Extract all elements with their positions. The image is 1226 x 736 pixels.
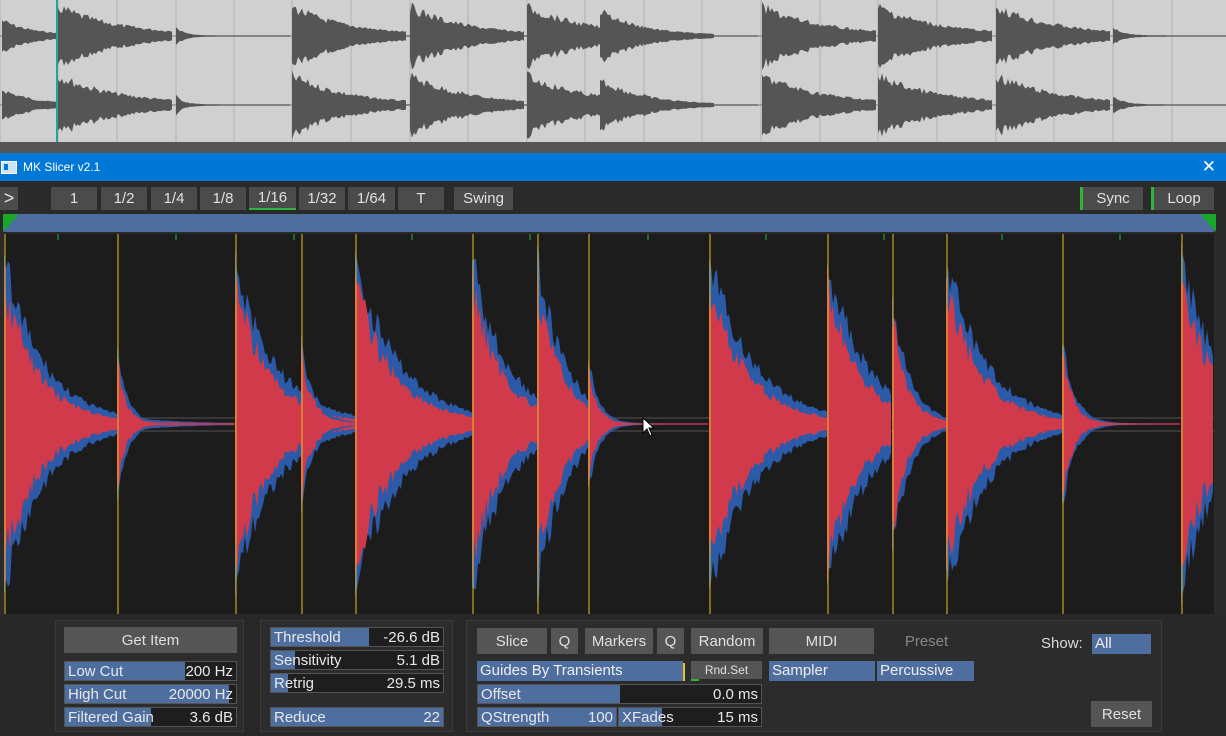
low-cut-value: 200 Hz	[185, 663, 233, 680]
low-cut-label: Low Cut	[68, 663, 124, 680]
daw-transient	[644, 26, 758, 46]
guides-indicator	[683, 663, 685, 681]
random-button[interactable]: Random	[691, 628, 763, 654]
daw-waveform	[0, 0, 1226, 153]
filtered-gain-value: 3.6 dB	[189, 709, 233, 726]
xfades-value: 15 ms	[717, 709, 758, 726]
grid-1-8-button[interactable]: 1/8	[200, 187, 246, 210]
reduce-label: Reduce	[274, 709, 326, 726]
qstrength-slider[interactable]: QStrength 100	[477, 707, 617, 727]
transient-panel: Threshold -26.6 dB Sensitivity 5.1 dB Re…	[260, 620, 453, 732]
reset-button[interactable]: Reset	[1091, 701, 1152, 727]
daw-transient	[176, 27, 290, 45]
daw-transient	[996, 74, 1110, 136]
sampler-dropdown[interactable]: Sampler	[769, 661, 875, 681]
preset-label: Preset	[879, 628, 974, 654]
threshold-slider[interactable]: Threshold -26.6 dB	[270, 627, 444, 647]
retrig-slider[interactable]: Retrig 29.5 ms	[270, 673, 444, 693]
sensitivity-value: 5.1 dB	[396, 652, 440, 669]
window-icon	[1, 160, 17, 174]
daw-transient	[996, 7, 1110, 65]
window-title: MK Slicer v2.1	[23, 160, 101, 174]
loop-button[interactable]: Loop	[1151, 187, 1214, 210]
waveform-envelope-red	[117, 360, 235, 488]
high-cut-slider[interactable]: High Cut 20000 Hz	[64, 684, 237, 704]
sensitivity-label: Sensitivity	[274, 652, 342, 669]
slicer-waveform-view[interactable]	[4, 234, 1214, 614]
waveform-envelope-red	[1062, 353, 1180, 495]
threshold-value: -26.6 dB	[383, 629, 440, 646]
daw-transient	[762, 74, 876, 136]
xfades-slider[interactable]: XFades 15 ms	[618, 707, 762, 727]
waveform-envelope-red	[355, 273, 475, 575]
mouse-cursor-icon	[642, 417, 654, 437]
daw-transient	[644, 93, 758, 117]
daw-transient	[1113, 27, 1226, 45]
actions-panel: Slice Q Markers Q Random MIDI Preset Sho…	[466, 620, 1162, 732]
qstrength-label: QStrength	[481, 709, 550, 726]
slice-quantize-button[interactable]: Q	[551, 628, 578, 654]
threshold-label: Threshold	[274, 629, 341, 646]
show-dropdown[interactable]: All	[1092, 634, 1151, 654]
offset-slider[interactable]: Offset 0.0 ms	[477, 684, 762, 704]
rndset-indicator	[691, 679, 699, 681]
slice-button[interactable]: Slice	[477, 628, 547, 654]
loop-end-handle[interactable]	[1200, 214, 1216, 232]
daw-waveform-strip	[0, 0, 1226, 153]
reduce-value: 22	[423, 709, 440, 726]
daw-item-footer	[0, 142, 1226, 153]
markers-quantize-button[interactable]: Q	[657, 628, 684, 654]
loop-range-bar[interactable]	[4, 214, 1214, 232]
high-cut-value: 20000 Hz	[168, 686, 233, 703]
daw-transient	[1113, 97, 1226, 113]
offset-value: 0.0 ms	[712, 686, 758, 703]
waveform-envelope-red	[946, 275, 1066, 573]
reduce-slider[interactable]: Reduce 22	[270, 707, 444, 727]
offset-label: Offset	[481, 686, 521, 703]
swing-button[interactable]: Swing	[454, 187, 513, 210]
daw-transient	[762, 1, 876, 71]
play-button[interactable]: >	[0, 187, 18, 210]
guides-dropdown[interactable]: Guides By Transients	[477, 661, 683, 681]
close-icon[interactable]: ✕	[1202, 157, 1216, 177]
grid-1-32-button[interactable]: 1/32	[299, 187, 345, 210]
xfades-label: XFades	[622, 709, 674, 726]
grid-1-4-button[interactable]: 1/4	[151, 187, 197, 210]
qstrength-value: 100	[587, 709, 613, 726]
low-cut-slider[interactable]: Low Cut 200 Hz	[64, 661, 237, 681]
slicer-waveform[interactable]	[4, 234, 1214, 614]
triplet-button[interactable]: T	[398, 187, 444, 210]
sync-button[interactable]: Sync	[1080, 187, 1143, 210]
midi-button[interactable]: MIDI	[769, 628, 874, 654]
waveform-envelope-red	[301, 344, 355, 504]
grid-1-64-button[interactable]: 1/64	[348, 187, 395, 210]
waveform-envelope-red	[709, 291, 829, 557]
grid-1-button[interactable]: 1	[51, 187, 97, 210]
loop-start-handle[interactable]	[3, 214, 19, 232]
grid-1-16-button[interactable]: 1/16	[249, 187, 296, 210]
daw-transient	[58, 78, 172, 132]
percussive-dropdown[interactable]: Percussive	[877, 661, 974, 681]
random-settings-button[interactable]: Rnd.Set	[691, 661, 762, 679]
markers-button[interactable]: Markers	[585, 628, 653, 654]
daw-transient	[878, 73, 992, 137]
filtered-gain-label: Filtered Gain	[68, 709, 154, 726]
filter-panel: Get Item Low Cut 200 Hz High Cut 20000 H…	[55, 620, 244, 732]
daw-transient	[176, 94, 290, 116]
daw-transient	[58, 6, 172, 66]
show-label: Show:	[1041, 635, 1083, 652]
control-panel-area: Get Item Low Cut 200 Hz High Cut 20000 H…	[0, 614, 1226, 736]
retrig-label: Retrig	[274, 675, 315, 692]
title-bar: MK Slicer v2.1 ✕	[0, 153, 1226, 181]
get-item-button[interactable]: Get Item	[64, 627, 237, 653]
daw-transient	[878, 4, 992, 68]
toolbar: > 1 1/2 1/4 1/8 1/16 1/32 1/64 T Swing S…	[0, 181, 1226, 214]
sensitivity-slider[interactable]: Sensitivity 5.1 dB	[270, 650, 444, 670]
retrig-value: 29.5 ms	[386, 675, 440, 692]
grid-1-2-button[interactable]: 1/2	[101, 187, 147, 210]
filtered-gain-slider[interactable]: Filtered Gain 3.6 dB	[64, 707, 237, 727]
high-cut-label: High Cut	[68, 686, 127, 703]
